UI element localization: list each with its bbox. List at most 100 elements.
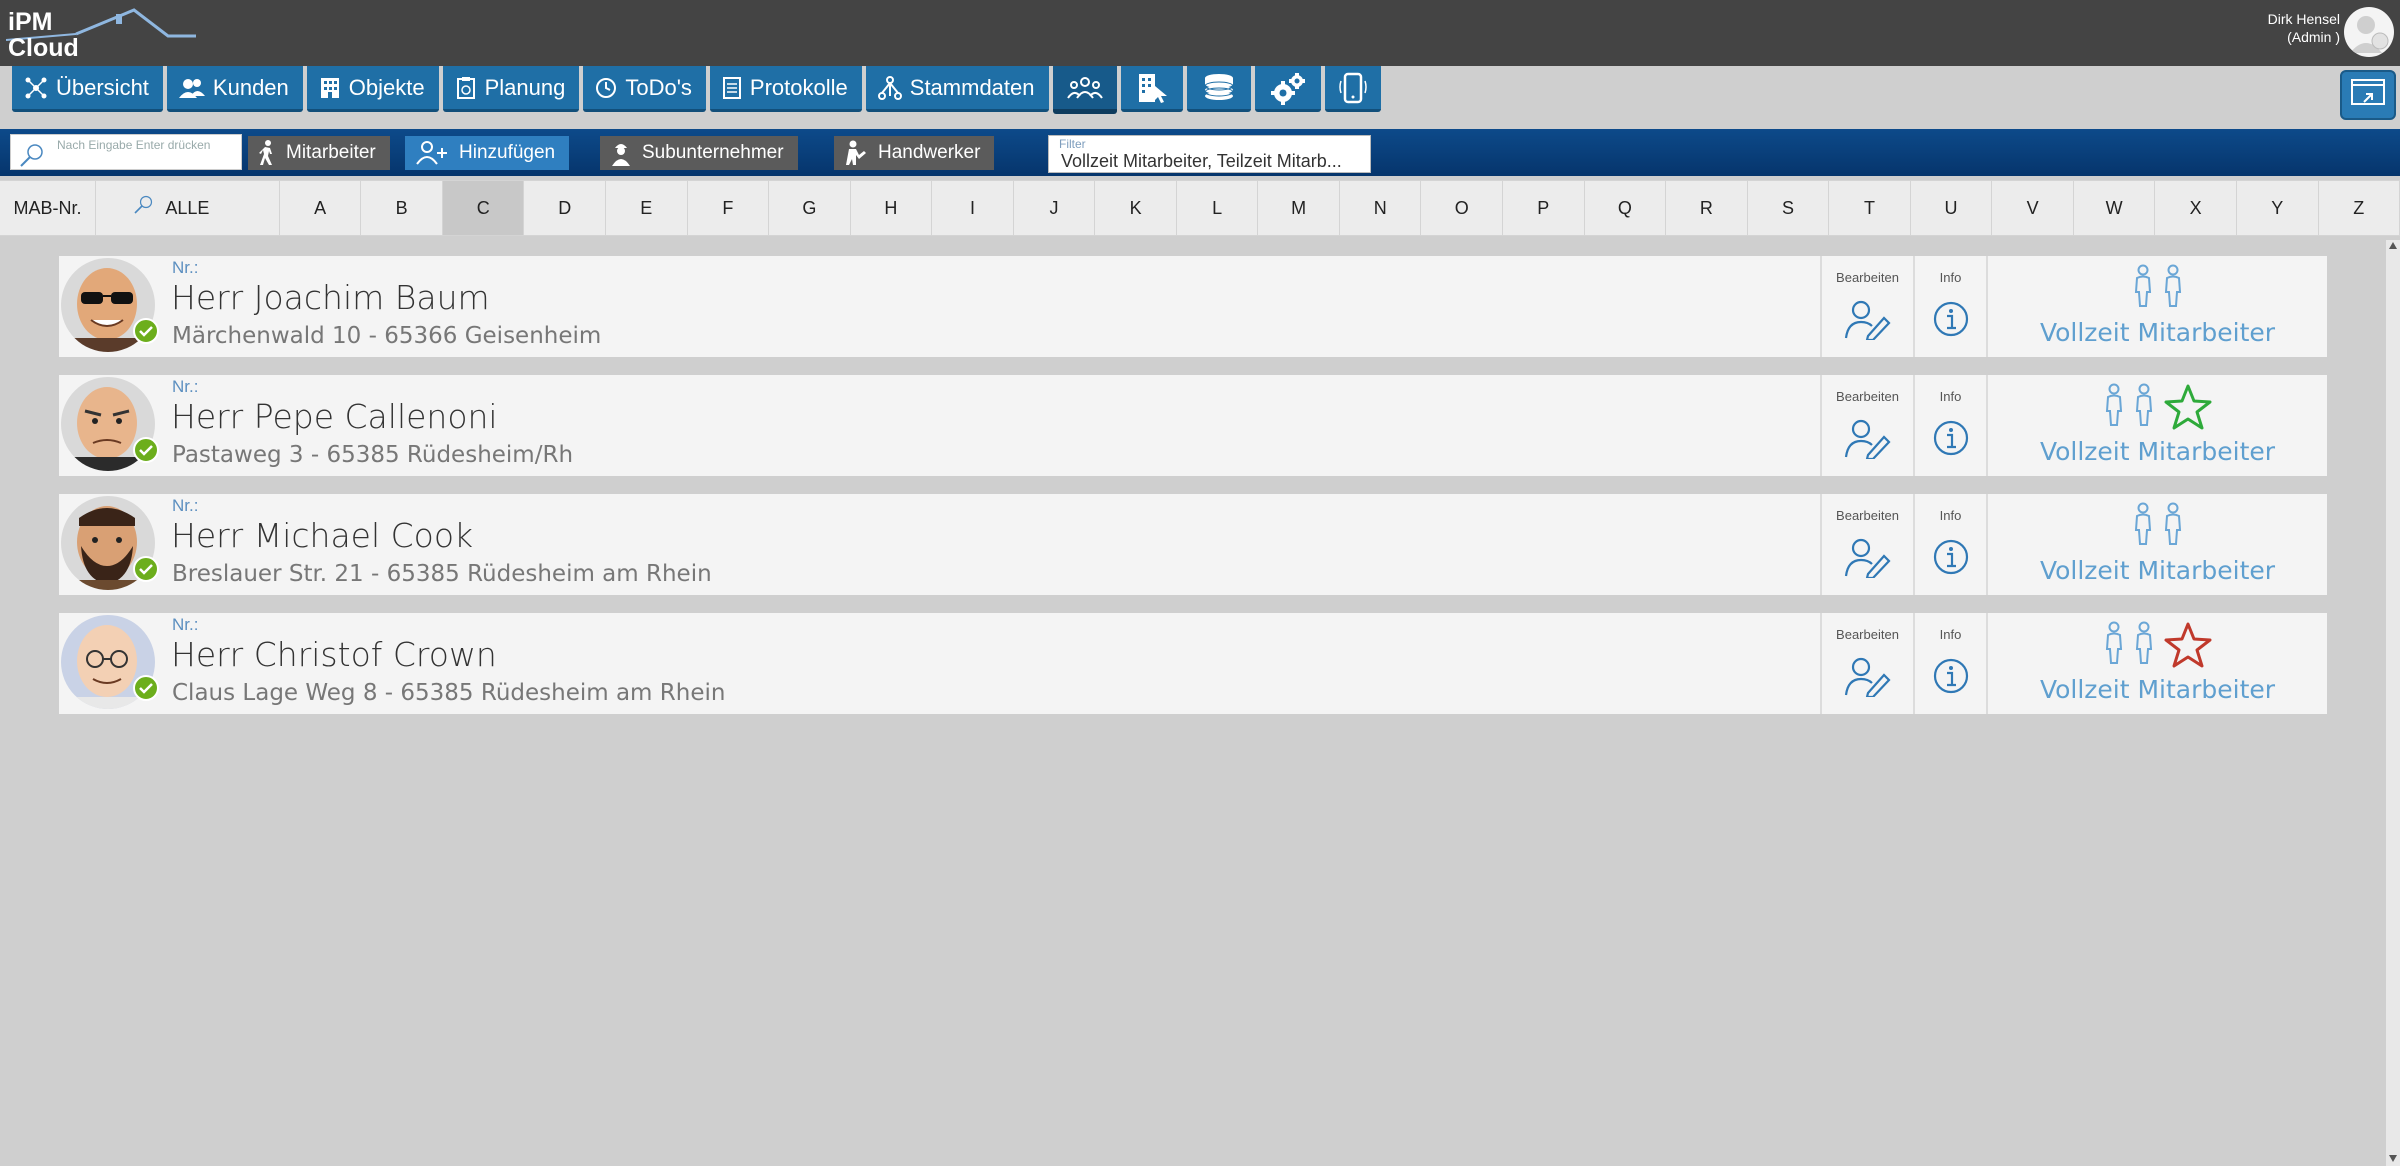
employee-type-icons [1988, 383, 2327, 435]
info-icon[interactable] [1932, 657, 1970, 699]
user-name: Dirk Hensel [2267, 11, 2340, 27]
info-icon[interactable] [1932, 419, 1970, 461]
nav-label: Protokolle [749, 74, 848, 100]
mab-nr-sort[interactable]: MAB-Nr. [0, 181, 96, 235]
nav-label: Kunden [212, 74, 289, 100]
alpha-letter-c[interactable]: C [442, 181, 525, 235]
nav-stammdaten[interactable]: Stammdaten [865, 66, 1049, 112]
nav-protokolle[interactable]: Protokolle [709, 66, 862, 112]
employee-row[interactable]: Nr.: Herr Joachim Baum Märchenwald 10 - 65… [59, 256, 2327, 357]
nav-einstellungen[interactable] [1254, 66, 1321, 112]
employee-address: Märchenwald 10 - 65366 Geisenheim [172, 323, 602, 349]
filter-field[interactable]: Filter Vollzeit Mitarbeiter, Teilzeit Mi… [1048, 135, 1371, 173]
alpha-letter-h[interactable]: H [851, 181, 933, 235]
employee-main[interactable]: Nr.: Herr Christof Crown Claus Lage Weg 8 … [59, 613, 1820, 714]
filter-label: Filter [1059, 137, 1086, 151]
alpha-letter-n[interactable]: N [1340, 181, 1422, 235]
hinzufuegen-label: Hinzufügen [459, 142, 556, 163]
scroll-down-arrow[interactable] [2389, 1155, 2397, 1162]
alpha-letter-k[interactable]: K [1095, 181, 1177, 235]
user-avatar[interactable] [2344, 7, 2394, 57]
employee-row[interactable]: Nr.: Herr Michael Cook Breslauer Str. 21 -… [59, 494, 2327, 595]
employee-main[interactable]: Nr.: Herr Pepe Callenoni Pastaweg 3 - 6538… [59, 375, 1820, 476]
nav-mitarbeiter[interactable] [1052, 66, 1117, 114]
info-label: Info [1939, 389, 1962, 404]
person-icon [2162, 264, 2184, 312]
handwerker-button[interactable]: Handwerker [834, 136, 995, 170]
search-icon [20, 144, 43, 167]
add-user-icon [416, 141, 447, 165]
edit-user-icon[interactable] [1844, 419, 1892, 463]
info-icon[interactable] [1932, 538, 1970, 580]
employee-type: Vollzeit Mitarbeiter [2039, 437, 2276, 466]
alpha-letter-v[interactable]: V [1992, 181, 2074, 235]
info-icon[interactable] [1932, 300, 1970, 342]
nav-label: Stammdaten [909, 74, 1035, 100]
info-column[interactable]: Info [1913, 375, 1986, 476]
alpha-letter-p[interactable]: P [1503, 181, 1585, 235]
hinzufuegen-button[interactable]: Hinzufügen [405, 136, 570, 170]
employee-row[interactable]: Nr.: Herr Pepe Callenoni Pastaweg 3 - 6538… [59, 375, 2327, 476]
alpha-letter-z[interactable]: Z [2319, 181, 2400, 235]
info-column[interactable]: Info [1913, 613, 1986, 714]
edit-column[interactable]: Bearbeiten [1820, 613, 1913, 714]
user-info[interactable]: Dirk Hensel (Admin ) [2268, 10, 2340, 46]
alpha-letter-w[interactable]: W [2074, 181, 2156, 235]
alpha-letter-q[interactable]: Q [1585, 181, 1667, 235]
alpha-letter-u[interactable]: U [1911, 181, 1993, 235]
alpha-letter-l[interactable]: L [1177, 181, 1259, 235]
alpha-letter-d[interactable]: D [524, 181, 607, 235]
search-input[interactable]: Nach Eingabe Enter drücken [10, 134, 242, 170]
subunternehmer-button[interactable]: Subunternehmer [600, 136, 798, 170]
alpha-letter-i[interactable]: I [932, 181, 1014, 235]
nav-finanzen[interactable] [1186, 66, 1251, 112]
nav-kunden[interactable]: Kunden [166, 66, 303, 112]
employee-main[interactable]: Nr.: Herr Joachim Baum Märchenwald 10 - 65… [59, 256, 1820, 357]
nav-mobile[interactable] [1324, 66, 1381, 112]
list-scrollbar[interactable] [2386, 240, 2400, 1166]
building-cursor-icon [1138, 73, 1167, 103]
alpha-letter-o[interactable]: O [1421, 181, 1504, 235]
active-check-icon [133, 556, 159, 582]
alpha-letter-m[interactable]: M [1258, 181, 1340, 235]
alpha-letter-g[interactable]: G [769, 181, 851, 235]
alpha-letter-j[interactable]: J [1014, 181, 1096, 235]
alpha-letter-x[interactable]: X [2155, 181, 2237, 235]
alpha-letter-a[interactable]: A [280, 181, 362, 235]
edit-user-icon[interactable] [1844, 657, 1892, 701]
edit-column[interactable]: Bearbeiten [1820, 375, 1913, 476]
person-icon [2162, 502, 2184, 550]
alpha-letter-y[interactable]: Y [2237, 181, 2319, 235]
edit-column[interactable]: Bearbeiten [1820, 494, 1913, 595]
info-column[interactable]: Info [1913, 494, 1986, 595]
nav-uebersicht[interactable]: Übersicht [12, 66, 163, 112]
document-icon [722, 76, 741, 99]
nav-planung[interactable]: Planung [442, 66, 580, 112]
logo-text-line2: Cloud [8, 34, 79, 62]
edit-user-icon[interactable] [1844, 300, 1892, 344]
employee-main[interactable]: Nr.: Herr Michael Cook Breslauer Str. 21 -… [59, 494, 1820, 595]
edit-label: Bearbeiten [1836, 389, 1899, 404]
mitarbeiter-button[interactable]: Mitarbeiter [248, 136, 390, 170]
app-logo[interactable]: iPM Cloud [6, 8, 196, 64]
nav-objekte[interactable]: Objekte [306, 66, 439, 112]
green-star-icon[interactable] [2163, 383, 2213, 435]
alpha-letter-f[interactable]: F [688, 181, 770, 235]
edit-column[interactable]: Bearbeiten [1820, 256, 1913, 357]
alpha-letter-e[interactable]: E [606, 181, 688, 235]
red-star-icon[interactable] [2163, 621, 2213, 673]
nav-todos[interactable]: ToDo's [583, 66, 706, 112]
alpha-letter-t[interactable]: T [1829, 181, 1911, 235]
employee-row[interactable]: Nr.: Herr Christof Crown Claus Lage Weg 8 … [59, 613, 2327, 714]
panel-toggle-button[interactable] [2340, 70, 2396, 120]
alpha-letter-s[interactable]: S [1748, 181, 1830, 235]
info-column[interactable]: Info [1913, 256, 1986, 357]
nav-gebaeude[interactable] [1120, 66, 1183, 112]
info-label: Info [1939, 508, 1962, 523]
scroll-up-arrow[interactable] [2389, 242, 2397, 249]
alpha-letter-r[interactable]: R [1666, 181, 1748, 235]
info-label: Info [1939, 270, 1962, 285]
alpha-all[interactable]: ALLE [96, 181, 280, 235]
alpha-letter-b[interactable]: B [361, 181, 443, 235]
edit-user-icon[interactable] [1844, 538, 1892, 582]
